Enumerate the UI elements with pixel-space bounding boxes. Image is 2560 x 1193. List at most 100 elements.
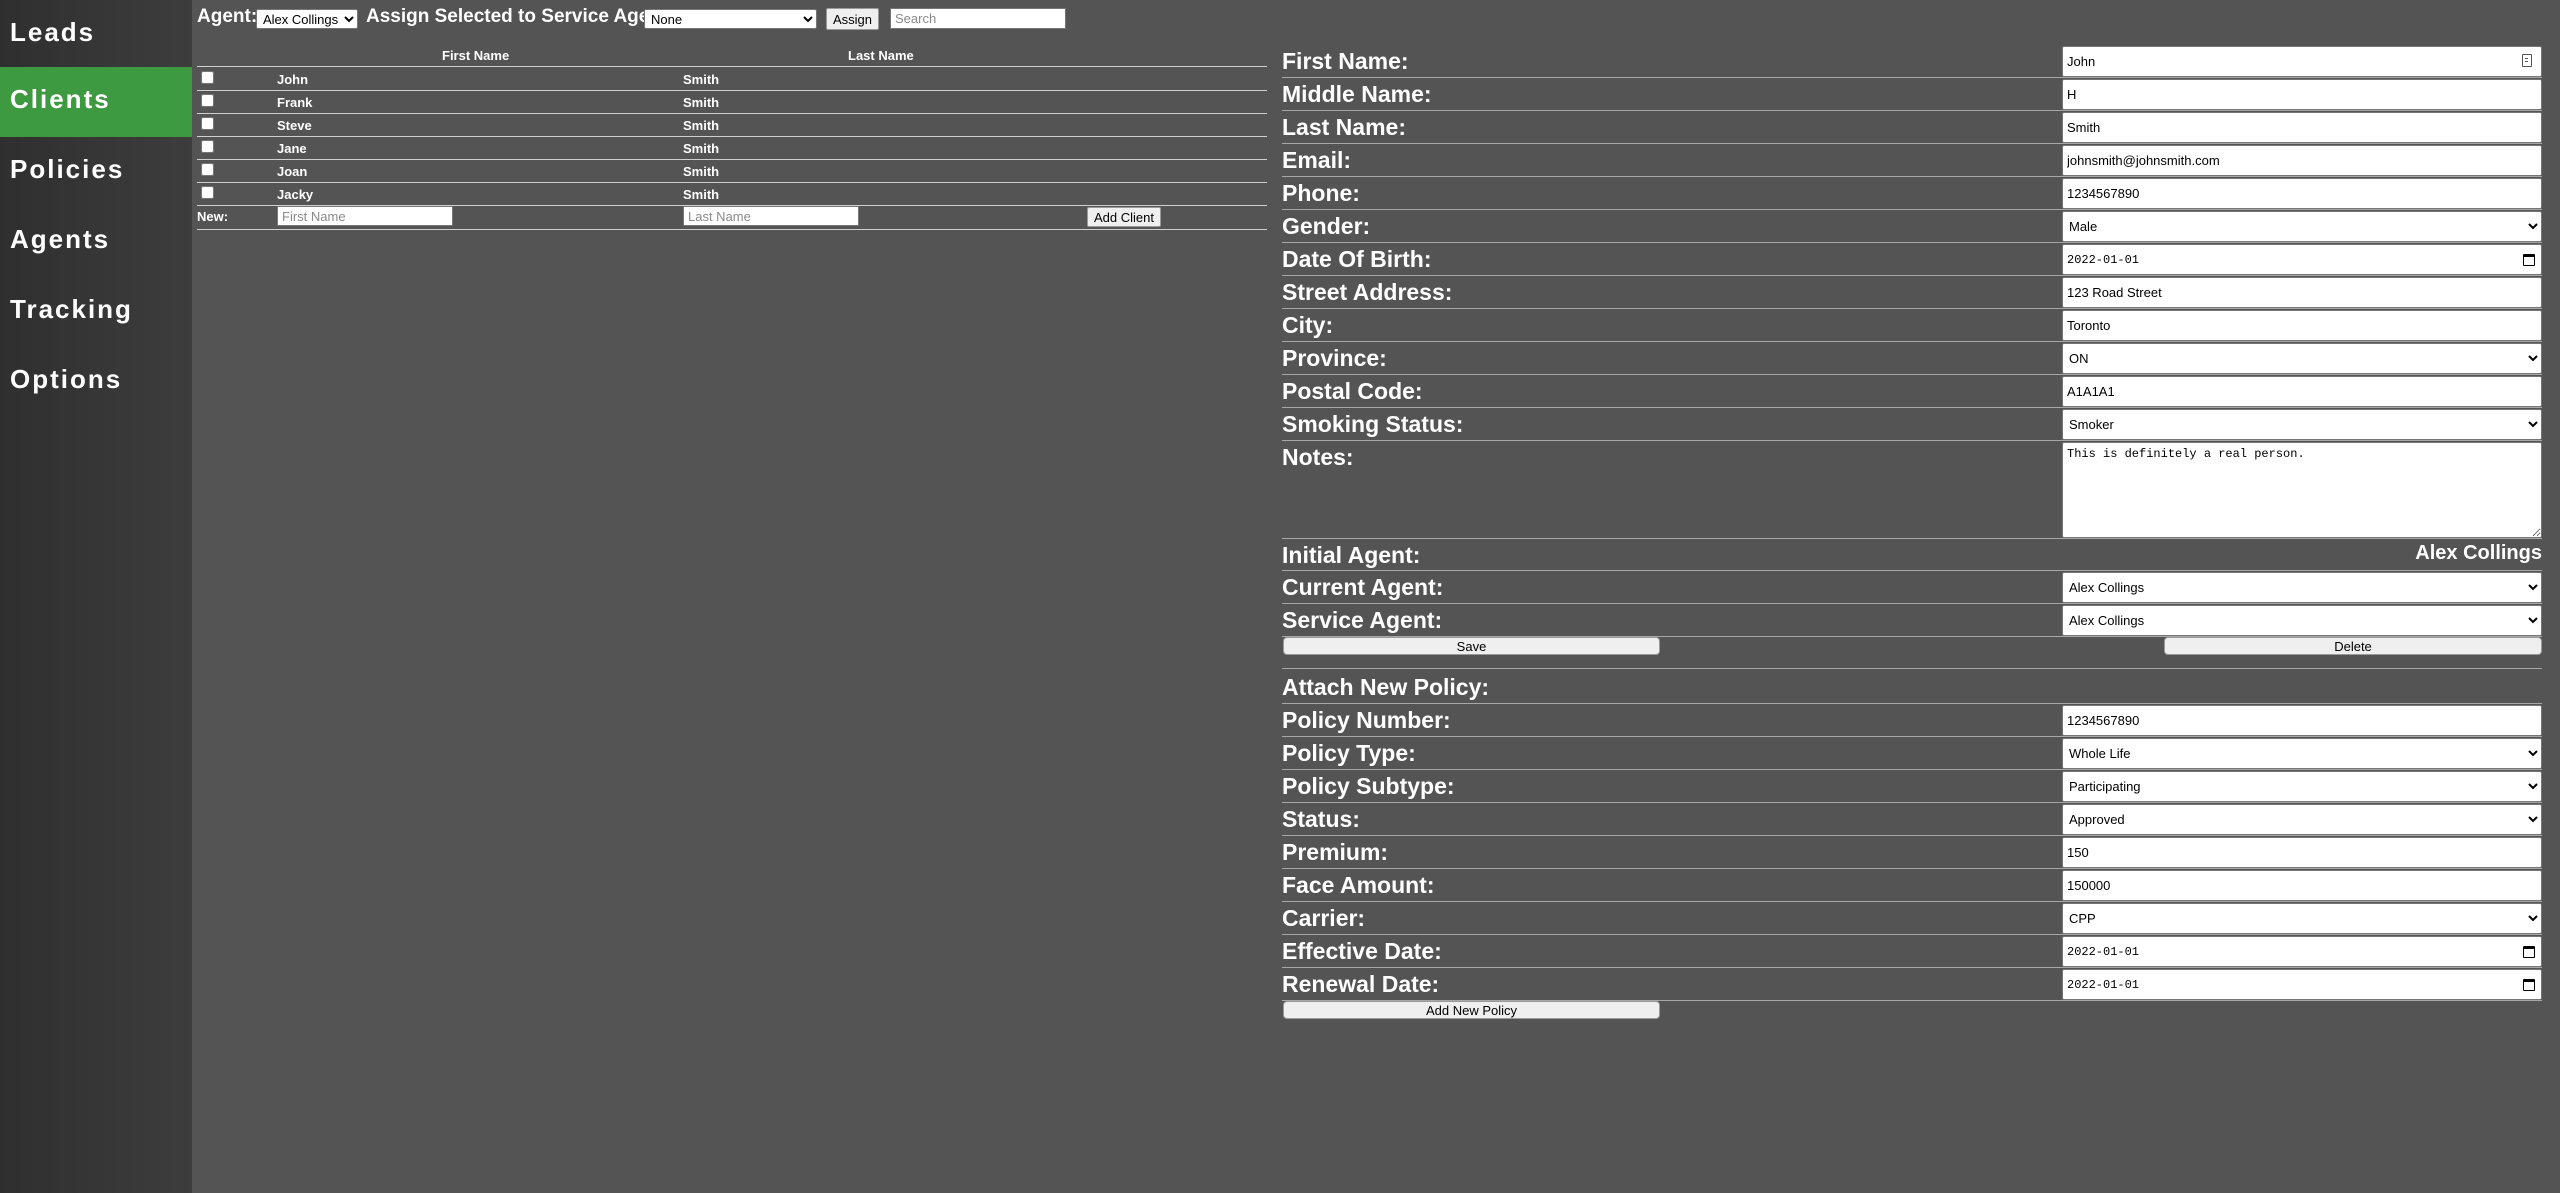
policy-subtype-label: Policy Subtype:	[1282, 773, 1455, 799]
agent-filter-label: Agent:	[197, 6, 258, 27]
sidebar-item-tracking[interactable]: Tracking	[0, 277, 192, 347]
save-button[interactable]: Save	[1283, 637, 1660, 655]
phone-label: Phone:	[1282, 180, 1360, 206]
service-agent-select[interactable]: None	[644, 9, 817, 29]
province-label: Province:	[1282, 345, 1387, 371]
form-row-carrier: Carrier: CPP	[1282, 902, 2542, 935]
current-agent-select[interactable]: Alex Collings	[2062, 572, 2542, 603]
premium-input[interactable]	[2062, 837, 2542, 868]
notes-label: Notes:	[1282, 444, 1354, 470]
add-client-button[interactable]: Add Client	[1087, 207, 1161, 227]
cell-last-name: Smith	[683, 187, 720, 202]
form-row-policy-number: Policy Number:	[1282, 704, 2542, 737]
cell-last-name: Smith	[683, 118, 720, 133]
first-name-label: First Name:	[1282, 48, 1409, 74]
form-row-current-agent: Current Agent: Alex Collings	[1282, 571, 2542, 604]
delete-button[interactable]: Delete	[2164, 637, 2542, 655]
province-select[interactable]: ON	[2062, 343, 2542, 374]
city-input[interactable]	[2062, 310, 2542, 341]
contact-card-icon[interactable]	[2522, 54, 2532, 67]
face-amount-label: Face Amount:	[1282, 872, 1435, 898]
calendar-icon[interactable]	[2523, 945, 2535, 958]
initial-agent-value: Alex Collings	[2415, 542, 2542, 564]
add-new-policy-button[interactable]: Add New Policy	[1283, 1001, 1660, 1019]
sidebar-item-policies[interactable]: Policies	[0, 137, 192, 207]
section-divider	[1282, 668, 2542, 669]
row-select-checkbox[interactable]	[201, 94, 214, 107]
policy-type-select[interactable]: Whole Life	[2062, 738, 2542, 769]
street-address-label: Street Address:	[1282, 279, 1453, 305]
table-row[interactable]: Steve Smith	[197, 114, 1267, 137]
effective-date-input[interactable]: 2022-01-01	[2062, 936, 2542, 967]
phone-input[interactable]	[2062, 178, 2542, 209]
row-select-checkbox[interactable]	[201, 186, 214, 199]
sidebar-item-options[interactable]: Options	[0, 347, 192, 417]
form-row-street-address: Street Address:	[1282, 276, 2542, 309]
form-row-premium: Premium:	[1282, 836, 2542, 869]
new-last-name-input[interactable]	[683, 206, 859, 226]
form-row-first-name: First Name:	[1282, 45, 2542, 78]
street-address-input[interactable]	[2062, 277, 2542, 308]
date-of-birth-input[interactable]: 2022-01-01	[2062, 244, 2542, 275]
calendar-icon[interactable]	[2523, 978, 2535, 991]
carrier-select[interactable]: CPP	[2062, 903, 2542, 934]
table-row[interactable]: Joan Smith	[197, 160, 1267, 183]
table-row[interactable]: Jane Smith	[197, 137, 1267, 160]
form-row-email: Email:	[1282, 144, 2542, 177]
city-label: City:	[1282, 312, 1334, 338]
first-name-input[interactable]	[2062, 46, 2542, 77]
form-row-date-of-birth: Date Of Birth: 2022-01-01	[1282, 243, 2542, 276]
sidebar-item-agents[interactable]: Agents	[0, 207, 192, 277]
middle-name-label: Middle Name:	[1282, 81, 1432, 107]
face-amount-input[interactable]	[2062, 870, 2542, 901]
form-row-status: Status: Approved	[1282, 803, 2542, 836]
new-first-name-input[interactable]	[277, 206, 453, 226]
renewal-date-label: Renewal Date:	[1282, 971, 1440, 997]
table-row[interactable]: Frank Smith	[197, 91, 1267, 114]
date-of-birth-value: 2022-01-01	[2067, 252, 2140, 267]
row-select-checkbox[interactable]	[201, 163, 214, 176]
new-client-row: New: Add Client	[197, 204, 1267, 230]
cell-first-name: Jane	[277, 141, 307, 156]
middle-name-input[interactable]	[2062, 79, 2542, 110]
form-row-smoking-status: Smoking Status: Smoker	[1282, 408, 2542, 441]
search-input[interactable]	[890, 8, 1066, 29]
policy-subtype-select[interactable]: Participating	[2062, 771, 2542, 802]
renewal-date-value: 2022-01-01	[2067, 977, 2140, 992]
sidebar-item-leads[interactable]: Leads	[0, 0, 192, 70]
postal-code-label: Postal Code:	[1282, 378, 1423, 404]
form-row-city: City:	[1282, 309, 2542, 342]
form-row-policy-type: Policy Type: Whole Life	[1282, 737, 2542, 770]
form-row-notes: Notes: This is definitely a real person.	[1282, 441, 2542, 539]
notes-textarea[interactable]: This is definitely a real person.	[2062, 442, 2542, 538]
policy-number-input[interactable]	[2062, 705, 2542, 736]
gender-select[interactable]: Male	[2062, 211, 2542, 242]
cell-last-name: Smith	[683, 72, 720, 87]
smoking-status-label: Smoking Status:	[1282, 411, 1464, 437]
form-row-gender: Gender: Male	[1282, 210, 2542, 243]
smoking-status-select[interactable]: Smoker	[2062, 409, 2542, 440]
effective-date-label: Effective Date:	[1282, 938, 1442, 964]
renewal-date-input[interactable]: 2022-01-01	[2062, 969, 2542, 1000]
row-select-checkbox[interactable]	[201, 117, 214, 130]
effective-date-value: 2022-01-01	[2067, 944, 2140, 959]
new-client-label: New:	[197, 209, 229, 224]
form-row-attach-policy-title: Attach New Policy:	[1282, 671, 2542, 704]
table-row[interactable]: John Smith	[197, 68, 1267, 91]
form-row-last-name: Last Name:	[1282, 111, 2542, 144]
status-select[interactable]: Approved	[2062, 804, 2542, 835]
cell-last-name: Smith	[683, 141, 720, 156]
row-select-checkbox[interactable]	[201, 140, 214, 153]
form-row-service-agent: Service Agent: Alex Collings	[1282, 604, 2542, 637]
current-agent-label: Current Agent:	[1282, 574, 1444, 600]
row-select-checkbox[interactable]	[201, 71, 214, 84]
calendar-icon[interactable]	[2523, 253, 2535, 266]
assign-button[interactable]: Assign	[826, 8, 880, 30]
last-name-input[interactable]	[2062, 112, 2542, 143]
service-agent-form-select[interactable]: Alex Collings	[2062, 605, 2542, 636]
agent-filter-select[interactable]: Alex Collings	[256, 9, 358, 29]
postal-code-input[interactable]	[2062, 376, 2542, 407]
email-input[interactable]	[2062, 145, 2542, 176]
table-row[interactable]: Jacky Smith	[197, 183, 1267, 206]
sidebar-item-clients[interactable]: Clients	[0, 67, 192, 137]
